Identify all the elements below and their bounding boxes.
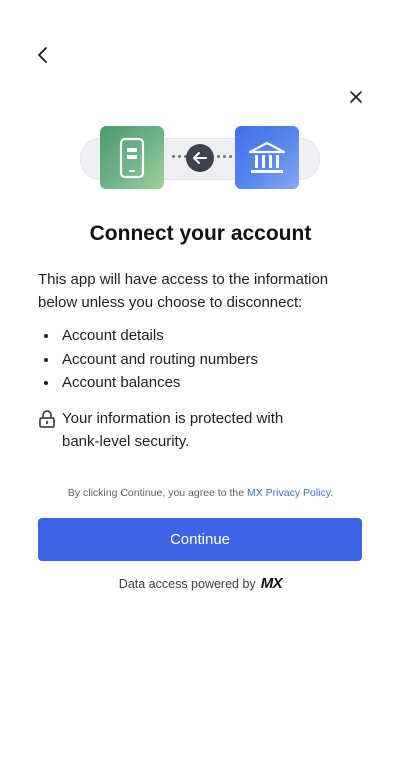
close-button[interactable]: [343, 84, 369, 110]
consent-prefix: By clicking Continue, you agree to the: [67, 487, 247, 499]
mx-logo: MX: [260, 575, 283, 592]
list-item: Account details: [38, 324, 368, 348]
connection-dots-right: [217, 155, 232, 161]
privacy-policy-link[interactable]: MX Privacy Policy: [247, 487, 330, 499]
arrow-circle: [186, 144, 214, 172]
access-intro: This app will have access to the informa…: [38, 271, 329, 311]
bank-tile: [235, 126, 299, 189]
phone-icon: [119, 137, 145, 178]
lock-icon: [39, 410, 55, 428]
list-item: Account and routing numbers: [38, 348, 368, 372]
security-text: Your information is protected with bank-…: [62, 410, 284, 450]
back-button[interactable]: [30, 42, 56, 68]
phone-tile: [100, 126, 164, 189]
connection-illustration: [80, 126, 320, 190]
close-icon: [350, 91, 362, 103]
arrow-left-icon: [193, 152, 207, 164]
powered-by-text: Data access powered by: [118, 576, 256, 591]
bank-icon: [248, 141, 286, 173]
consent-text: By clicking Continue, you agree to the M…: [0, 487, 401, 499]
consent-suffix: .: [330, 487, 334, 499]
continue-button[interactable]: Continue: [38, 518, 362, 561]
list-item: Account balances: [38, 371, 368, 395]
access-list: Account details Account and routing numb…: [38, 324, 368, 395]
connection-dots-left: [172, 155, 187, 161]
powered-by: Data access powered by MX: [0, 575, 401, 592]
chevron-left-icon: [38, 47, 47, 63]
security-note: Your information is protected with bank-…: [38, 407, 368, 453]
page-title: Connect your account: [89, 222, 312, 245]
